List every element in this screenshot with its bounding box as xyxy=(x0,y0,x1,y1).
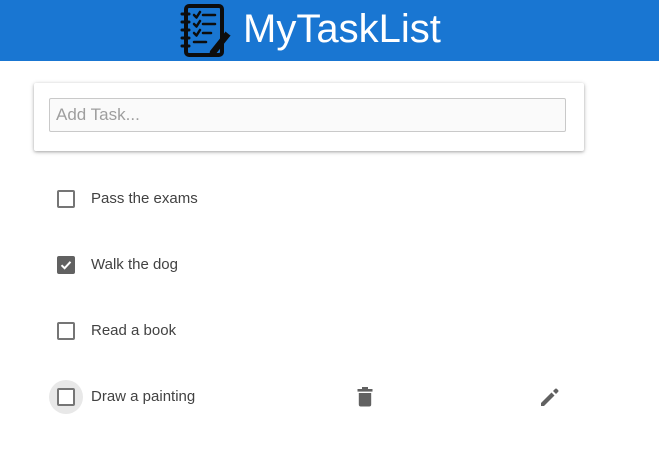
edit-task-button[interactable] xyxy=(536,383,564,411)
task-row: Draw a painting xyxy=(0,364,659,430)
delete-task-button[interactable] xyxy=(351,383,379,411)
checklist-notebook-icon xyxy=(180,4,232,57)
task-row: Walk the dog xyxy=(0,232,659,298)
trash-icon xyxy=(357,387,373,407)
app-title: MyTaskList xyxy=(243,7,441,51)
task-list: Pass the exams Walk the dog Read a book … xyxy=(0,166,659,430)
task-label: Read a book xyxy=(91,322,177,339)
task-label: Pass the exams xyxy=(91,190,198,207)
task-row: Pass the exams xyxy=(0,166,659,232)
checkbox-unchecked-icon xyxy=(57,190,75,208)
add-task-input[interactable] xyxy=(49,98,566,132)
add-task-card xyxy=(34,83,584,151)
task-checkbox[interactable] xyxy=(49,314,83,348)
checkbox-unchecked-icon xyxy=(57,388,75,406)
checkbox-checked-icon xyxy=(57,256,75,274)
checkbox-unchecked-icon xyxy=(57,322,75,340)
task-row: Read a book xyxy=(0,298,659,364)
pencil-icon xyxy=(541,388,559,406)
app-header: MyTaskList xyxy=(0,0,659,61)
task-label: Walk the dog xyxy=(91,256,178,273)
task-label: Draw a painting xyxy=(91,388,196,405)
task-checkbox[interactable] xyxy=(49,182,83,216)
task-checkbox[interactable] xyxy=(49,380,83,414)
task-checkbox[interactable] xyxy=(49,248,83,282)
